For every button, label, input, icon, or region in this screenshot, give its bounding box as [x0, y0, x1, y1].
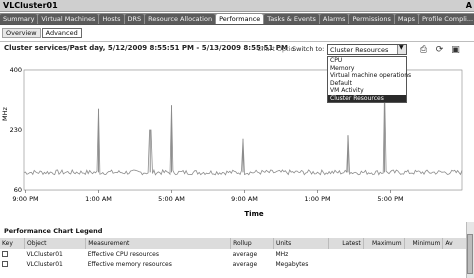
window-titlebar: VLCluster01 A	[0, 0, 474, 12]
y-tick-label: 60	[14, 186, 22, 194]
legend-scroll-thumb[interactable]	[467, 234, 473, 274]
dropdown-option-default[interactable]: Default	[328, 80, 406, 88]
window-title: VLCluster01	[3, 1, 58, 10]
legend-title: Performance Chart Legend	[4, 227, 103, 235]
y-axis-label: MHz	[1, 106, 9, 120]
x-tick-label: 5:00 PM	[377, 195, 403, 203]
col-maximum[interactable]: Maximum	[363, 238, 405, 249]
y-tick-label: 400	[10, 66, 22, 74]
switch-to-select[interactable]: Cluster Resources ▼	[327, 44, 407, 55]
dropdown-option-cpu[interactable]: CPU	[328, 57, 406, 65]
tab-maps[interactable]: Maps	[394, 14, 418, 24]
row-key[interactable]	[0, 249, 24, 259]
performance-subtabs: Overview Advanced	[2, 28, 83, 40]
print-icon[interactable]: ⎙	[418, 45, 429, 55]
refresh-icon[interactable]: ⟳	[434, 45, 445, 55]
tab-profile-compliance[interactable]: Profile Compli...	[419, 14, 474, 24]
legend-table: Key Object Measurement Rollup Units Late…	[0, 238, 474, 269]
table-row[interactable]: VLCluster01 Effective CPU resources aver…	[0, 249, 474, 259]
tab-permissions[interactable]: Permissions	[349, 14, 394, 24]
row-object: VLCluster01	[26, 260, 63, 268]
subtab-advanced[interactable]: Advanced	[41, 28, 82, 38]
row-rollup: average	[232, 250, 258, 258]
row-units: Megabytes	[275, 260, 309, 268]
row-object: VLCluster01	[26, 250, 63, 258]
row-measurement: Effective CPU resources	[87, 250, 159, 258]
x-axis-label: Time	[244, 210, 263, 218]
switch-to-label: Switch to:	[292, 45, 325, 53]
tab-resource-allocation[interactable]: Resource Allocation	[145, 14, 216, 24]
switch-to-dropdown: CPU Memory Virtual machine operations De…	[327, 56, 411, 103]
subtab-overview[interactable]: Overview	[2, 28, 41, 38]
dropdown-option-memory[interactable]: Memory	[328, 65, 406, 73]
key-checkbox[interactable]	[2, 261, 8, 267]
dropdown-option-vm-operations[interactable]: Virtual machine operations	[328, 72, 411, 80]
tab-tasks-events[interactable]: Tasks & Events	[264, 14, 319, 24]
table-row[interactable]: VLCluster01 Effective memory resources a…	[0, 259, 474, 269]
save-icon[interactable]: ▣	[450, 45, 461, 55]
x-tick-label: 9:00 PM	[12, 195, 38, 203]
tab-drs[interactable]: DRS	[124, 14, 145, 24]
x-tick-label: 9:00 AM	[231, 195, 258, 203]
chevron-down-icon: ▼	[399, 44, 404, 51]
key-checkbox[interactable]	[2, 251, 8, 257]
chart-options-link[interactable]: Chart Optio	[257, 45, 295, 53]
y-tick-label: 230	[10, 126, 22, 134]
col-units[interactable]: Units	[273, 238, 330, 249]
chart-header: Cluster services/Past day, 5/12/2009 8:5…	[4, 44, 288, 52]
x-tick-label: 1:00 PM	[304, 195, 330, 203]
col-latest[interactable]: Latest	[328, 238, 364, 249]
x-tick-label: 1:00 AM	[85, 195, 112, 203]
main-tabs: Summary Virtual Machines Hosts DRS Resource …	[0, 13, 474, 25]
divider	[0, 41, 474, 42]
row-units: MHz	[275, 250, 289, 258]
dropdown-option-cluster-resources[interactable]: Cluster Resources	[328, 94, 406, 102]
col-object[interactable]: Object	[24, 238, 87, 249]
col-rollup[interactable]: Rollup	[230, 238, 274, 249]
tab-hosts[interactable]: Hosts	[99, 14, 124, 24]
dropdown-button[interactable]: ▼	[397, 44, 406, 54]
x-tick-label: 5:00 AM	[158, 195, 185, 203]
tab-virtual-machines[interactable]: Virtual Machines	[38, 14, 99, 24]
row-key[interactable]	[0, 259, 24, 269]
window-corner-label: A	[465, 1, 472, 10]
dropdown-option-vm-activity[interactable]: VM Activity	[328, 87, 406, 95]
tab-performance[interactable]: Performance	[216, 14, 264, 24]
col-key[interactable]: Key	[0, 238, 25, 249]
switch-to-value: Cluster Resources	[330, 46, 389, 54]
tab-summary[interactable]: Summary	[0, 14, 38, 24]
tab-alarms[interactable]: Alarms	[319, 14, 349, 24]
row-rollup: average	[232, 260, 258, 268]
col-minimum[interactable]: Minimum	[404, 238, 444, 249]
col-measurement[interactable]: Measurement	[85, 238, 232, 249]
row-measurement: Effective memory resources	[87, 260, 172, 268]
